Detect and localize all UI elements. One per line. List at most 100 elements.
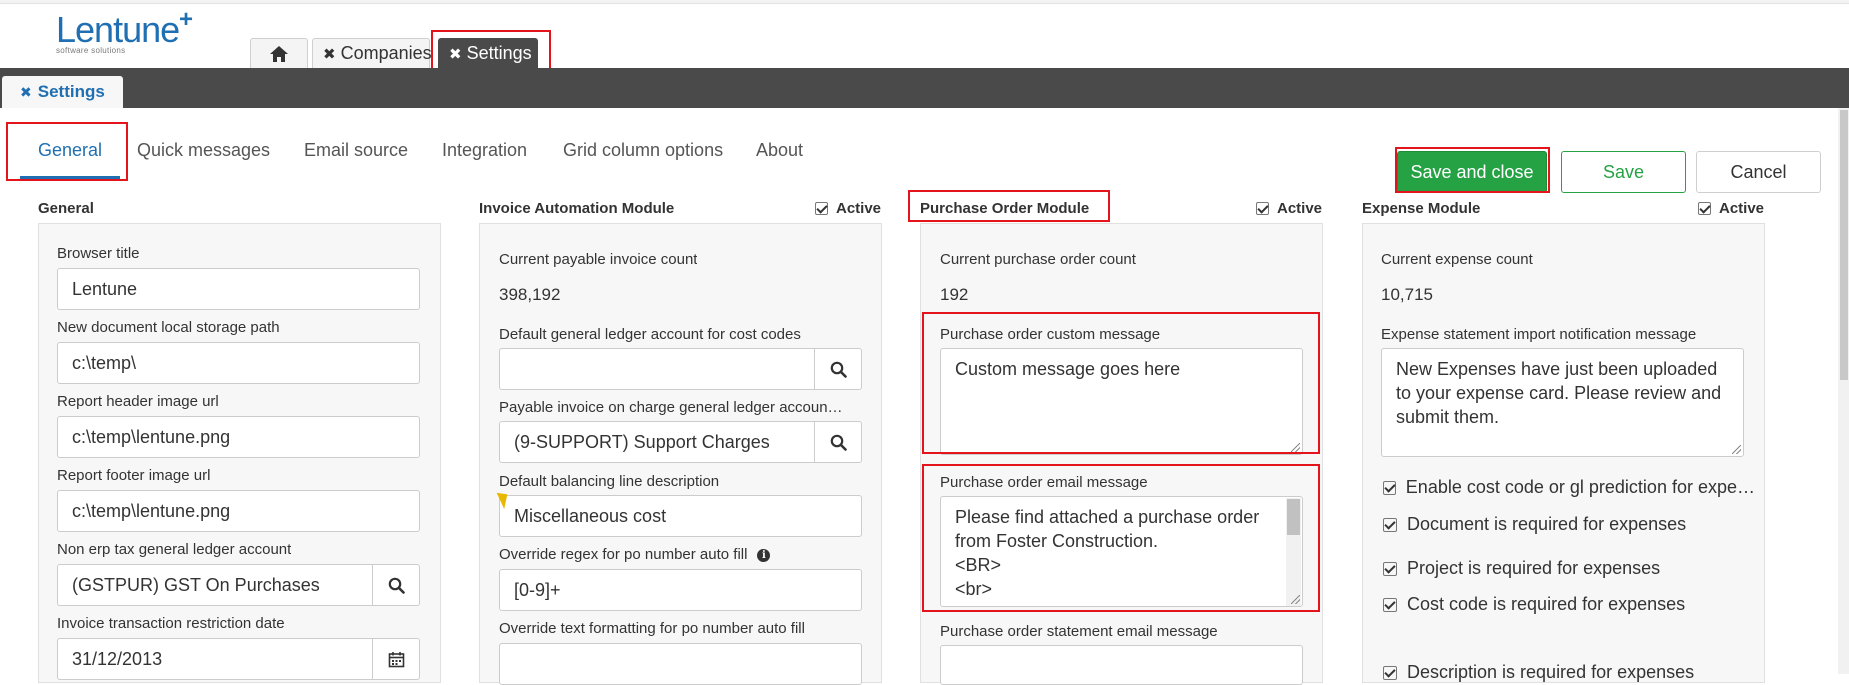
home-tab[interactable]: [250, 38, 308, 68]
tax-gl-label: Non erp tax general ledger account: [57, 541, 292, 558]
expense-check-description[interactable]: Description is required for expenses: [1383, 662, 1694, 683]
restriction-date-label: Invoice transaction restriction date: [57, 615, 285, 632]
expense-notify-label: Expense statement import notification me…: [1381, 326, 1697, 343]
balancing-line-label: Default balancing line description: [499, 473, 720, 490]
checkbox-checked-icon: [1383, 561, 1397, 576]
tax-gl-search-button[interactable]: [372, 564, 420, 606]
invoice-active-label: Active: [836, 200, 882, 217]
po-text-format-input[interactable]: [499, 643, 862, 685]
on-charge-gl-search-button[interactable]: [814, 421, 862, 463]
highlight-box-save-close: [1395, 147, 1550, 193]
notify-line: to your expense card. Please review and: [1396, 383, 1722, 403]
invoice-count-label: Current payable invoice count: [499, 251, 698, 268]
page-tab-label: Settings: [37, 82, 105, 101]
storage-path-label: New document local storage path: [57, 319, 280, 336]
logo-text: Lentune: [56, 9, 180, 50]
footer-image-input[interactable]: c:\temp\lentune.png: [57, 490, 420, 532]
po-regex-input[interactable]: [0-9]+: [499, 569, 862, 611]
default-gl-lookup: [499, 348, 862, 390]
checkbox-checked-icon: [1383, 517, 1397, 532]
search-icon: [830, 434, 847, 451]
invoice-count-value: 398,192: [499, 285, 561, 304]
expense-active-checkbox[interactable]: Active: [1698, 200, 1764, 217]
browser-title-label: Browser title: [57, 245, 140, 262]
notify-line: submit them.: [1396, 407, 1500, 427]
po-text-format-label: Override text formatting for po number a…: [499, 620, 805, 637]
tab-integration[interactable]: Integration: [442, 140, 527, 161]
default-gl-label: Default general ledger account for cost …: [499, 326, 801, 343]
header-image-input[interactable]: c:\temp\lentune.png: [57, 416, 420, 458]
companies-tab-label: Companies: [340, 43, 432, 63]
cancel-button[interactable]: Cancel: [1696, 151, 1821, 193]
highlight-box-general-tab: [6, 122, 128, 181]
on-charge-gl-lookup: (9-SUPPORT) Support Charges: [499, 421, 862, 463]
footer-image-label: Report footer image url: [57, 467, 211, 484]
companies-tab[interactable]: ✖ Companies: [312, 38, 432, 68]
close-icon[interactable]: ✖: [20, 84, 32, 101]
default-gl-input[interactable]: [499, 348, 814, 390]
po-statement-email-textarea[interactable]: [940, 645, 1303, 685]
expense-check-project[interactable]: Project is required for expenses: [1383, 558, 1660, 579]
on-charge-gl-input[interactable]: (9-SUPPORT) Support Charges: [499, 421, 814, 463]
checkbox-checked-icon: [1383, 597, 1397, 612]
home-icon: [270, 45, 288, 62]
expense-check-label: Cost code is required for expenses: [1407, 594, 1686, 614]
expense-active-label: Active: [1719, 200, 1765, 217]
page-tab-settings[interactable]: ✖ Settings: [2, 76, 123, 108]
po-active-label: Active: [1277, 200, 1323, 217]
notify-line: New Expenses have just been uploaded: [1396, 359, 1718, 379]
general-section-title: General: [38, 200, 94, 217]
expense-check-label: Project is required for expenses: [1407, 558, 1661, 578]
po-count-label: Current purchase order count: [940, 251, 1136, 268]
resize-handle-icon[interactable]: [1732, 445, 1741, 454]
lentune-logo[interactable]: Lentune + software solutions: [56, 6, 196, 62]
search-icon: [388, 577, 405, 594]
tab-grid-column-options[interactable]: Grid column options: [563, 140, 723, 161]
checkbox-checked-icon: [1256, 202, 1269, 215]
tab-about[interactable]: About: [756, 140, 803, 161]
close-icon[interactable]: ✖: [323, 45, 336, 63]
tab-email-source[interactable]: Email source: [304, 140, 408, 161]
po-regex-label-text: Override regex for po number auto fill: [499, 546, 748, 563]
expense-section-title: Expense Module: [1362, 200, 1481, 217]
highlight-box-po-title: [908, 190, 1110, 222]
search-icon: [830, 361, 847, 378]
balancing-line-input[interactable]: Miscellaneous cost: [499, 495, 862, 537]
tab-quick-messages[interactable]: Quick messages: [137, 140, 270, 161]
expense-check-label: Description is required for expenses: [1407, 662, 1695, 682]
highlight-box-email-message: [922, 464, 1320, 612]
checkbox-checked-icon: [1698, 202, 1711, 215]
browser-title-input[interactable]: Lentune: [57, 268, 420, 310]
expense-notify-textarea[interactable]: New Expenses have just been uploaded to …: [1381, 348, 1744, 457]
expense-check-label: Document is required for expenses: [1407, 514, 1687, 534]
on-charge-gl-label: Payable invoice on charge general ledger…: [499, 399, 843, 416]
info-icon[interactable]: i: [757, 549, 771, 562]
expense-check-prediction[interactable]: Enable cost code or gl prediction for ex…: [1383, 477, 1755, 498]
expense-count-value: 10,715: [1381, 285, 1433, 304]
scrollbar-thumb[interactable]: [1840, 110, 1848, 380]
header-image-label: Report header image url: [57, 393, 219, 410]
top-border: [0, 0, 1849, 4]
po-count-value: 192: [940, 285, 969, 304]
expense-check-document[interactable]: Document is required for expenses: [1383, 514, 1686, 535]
tax-gl-lookup: (GSTPUR) GST On Purchases: [57, 564, 420, 606]
po-active-checkbox[interactable]: Active: [1256, 200, 1322, 217]
storage-path-input[interactable]: c:\temp\: [57, 342, 420, 384]
invoice-active-checkbox[interactable]: Active: [815, 200, 881, 217]
invoice-section-title: Invoice Automation Module: [479, 200, 675, 217]
checkbox-checked-icon: [815, 202, 828, 215]
expense-count-label: Current expense count: [1381, 251, 1533, 268]
default-gl-search-button[interactable]: [814, 348, 862, 390]
calendar-icon: [388, 651, 404, 667]
logo-plus-icon: +: [179, 6, 194, 33]
highlight-box-custom-message: [922, 312, 1320, 454]
expense-check-label: Enable cost code or gl prediction for ex…: [1405, 477, 1755, 497]
po-regex-label: Override regex for po number auto fill i: [499, 546, 771, 563]
tax-gl-input[interactable]: (GSTPUR) GST On Purchases: [57, 564, 372, 606]
checkbox-checked-icon: [1383, 480, 1396, 495]
expense-check-cost-code[interactable]: Cost code is required for expenses: [1383, 594, 1685, 615]
po-statement-email-label: Purchase order statement email message: [940, 623, 1218, 640]
tab-bar: [0, 68, 1849, 108]
save-button[interactable]: Save: [1561, 151, 1686, 193]
checkbox-checked-icon: [1383, 665, 1397, 680]
